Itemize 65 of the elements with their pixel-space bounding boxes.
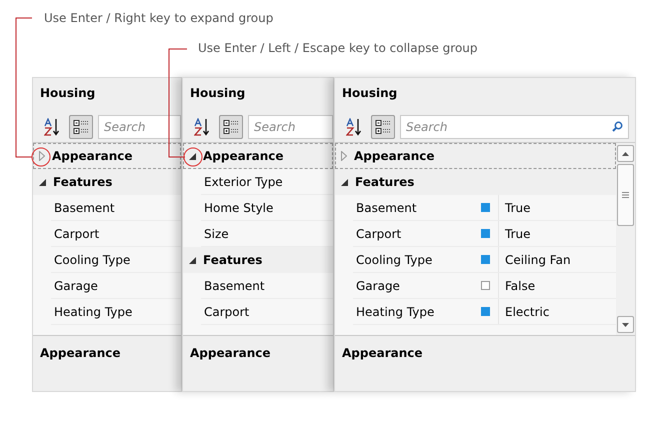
description-title: Appearance xyxy=(33,335,181,391)
property-name: Garage xyxy=(355,278,401,294)
down-arrow-icon xyxy=(622,322,629,326)
group-label: Features xyxy=(203,253,262,267)
scrollbar[interactable] xyxy=(616,143,635,335)
description-title: Appearance xyxy=(183,335,333,391)
checkbox[interactable] xyxy=(481,229,490,238)
checkbox[interactable] xyxy=(481,307,490,316)
group-row[interactable]: Appearance xyxy=(335,143,616,169)
property-name: Exterior Type xyxy=(203,174,284,190)
group-row[interactable]: Appearance xyxy=(183,143,333,169)
property-name: Carport xyxy=(203,304,250,320)
property-name: Heating Type xyxy=(53,304,134,320)
categorized-list-icon xyxy=(375,119,391,135)
highlight-circle xyxy=(183,147,203,167)
group-label: Features xyxy=(53,175,112,189)
up-arrow-icon xyxy=(622,152,629,156)
collapsed-triangle-icon xyxy=(39,151,45,161)
search-field[interactable]: Search xyxy=(248,115,333,139)
categorized-view-button[interactable] xyxy=(219,115,243,139)
property-name: Home Style xyxy=(203,200,274,216)
categorized-view-button[interactable] xyxy=(69,115,93,139)
checkbox[interactable] xyxy=(481,255,490,264)
panel-title: Housing xyxy=(189,85,246,102)
group-row[interactable]: Features xyxy=(33,169,181,195)
search-field[interactable]: Search xyxy=(400,115,629,139)
property-name: Garage xyxy=(53,278,99,294)
group-label: Appearance xyxy=(354,149,435,163)
panel-title: Housing xyxy=(341,85,398,102)
group-label: Features xyxy=(355,175,414,189)
categorized-view-button[interactable] xyxy=(371,115,395,139)
checkbox[interactable] xyxy=(481,281,490,290)
highlight-circle xyxy=(31,147,51,167)
expanded-triangle-icon xyxy=(341,178,348,186)
sort-az-icon xyxy=(346,118,362,136)
property-name: Carport xyxy=(355,226,402,242)
checkbox[interactable] xyxy=(481,203,490,212)
grip-icon xyxy=(622,192,629,198)
search-icon xyxy=(612,121,623,132)
property-name: Basement xyxy=(355,200,418,216)
sort-az-icon xyxy=(44,118,60,136)
property-name: Cooling Type xyxy=(53,252,132,268)
expanded-triangle-icon xyxy=(189,152,196,160)
panel-title: Housing xyxy=(39,85,96,102)
property-name: Basement xyxy=(203,278,266,294)
group-row[interactable]: Features xyxy=(183,247,333,273)
annotation-text: Use Enter / Right key to expand group xyxy=(44,11,274,25)
expanded-triangle-icon xyxy=(189,256,196,264)
sort-az-icon xyxy=(194,118,210,136)
annotation-text: Use Enter / Left / Escape key to collapse group xyxy=(198,41,478,55)
group-label: Appearance xyxy=(52,149,133,163)
categorized-list-icon xyxy=(223,119,239,135)
expanded-triangle-icon xyxy=(39,178,46,186)
search-field[interactable]: Search xyxy=(98,115,181,139)
property-name: Size xyxy=(203,226,230,242)
collapsed-triangle-icon xyxy=(341,151,347,161)
property-name: Cooling Type xyxy=(355,252,434,268)
property-name: Carport xyxy=(53,226,100,242)
group-row[interactable]: Features xyxy=(335,169,616,195)
property-name: Heating Type xyxy=(355,304,436,320)
categorized-list-icon xyxy=(73,119,89,135)
description-title: Appearance xyxy=(335,335,635,391)
group-label: Appearance xyxy=(203,149,284,163)
group-row[interactable]: Appearance xyxy=(33,143,181,169)
property-name: Basement xyxy=(53,200,116,216)
